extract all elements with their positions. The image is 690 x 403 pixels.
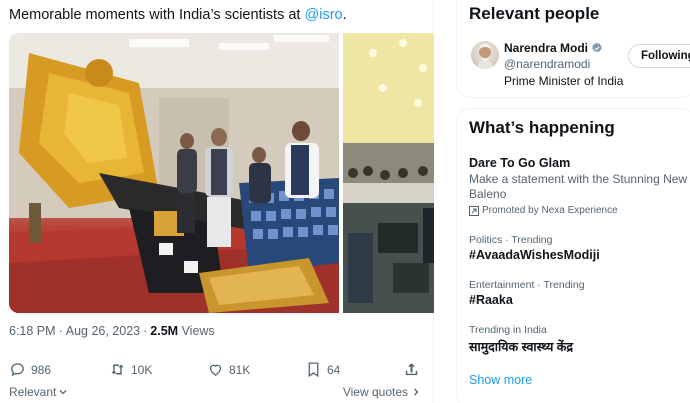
reply-icon bbox=[11, 363, 24, 377]
repost-button[interactable]: 10K bbox=[109, 361, 152, 378]
meta-separator: · bbox=[58, 324, 63, 338]
views-label: Views bbox=[181, 324, 215, 338]
trend-title: Dare To Go Glam bbox=[469, 156, 571, 170]
repost-count: 10K bbox=[131, 362, 153, 377]
views-count: 2.5M bbox=[150, 324, 179, 338]
relevant-people-title: Relevant people bbox=[469, 4, 600, 23]
verified-badge-icon bbox=[592, 42, 602, 53]
view-quotes-link[interactable]: View quotes bbox=[343, 385, 421, 399]
right-sidebar: Relevant people Narendra Modi @narendram… bbox=[456, 0, 690, 403]
sort-dropdown[interactable]: Relevant bbox=[9, 385, 68, 399]
whats-happening-title: What’s happening bbox=[469, 118, 615, 137]
meta-separator: · bbox=[143, 324, 148, 338]
trend-title: #Raaka bbox=[469, 293, 513, 307]
show-more-link[interactable]: Show more bbox=[469, 373, 532, 387]
relevant-people-panel: Relevant people Narendra Modi @narendram… bbox=[456, 0, 690, 98]
trend-title: सामुदायिक स्वास्थ्य केंद्र bbox=[469, 340, 574, 354]
tweet-meta: 6:18 PM · Aug 26, 2023 · 2.5M Views bbox=[9, 324, 215, 338]
trend-item[interactable]: · Politics · Trending #AvaadaWishesModij… bbox=[469, 234, 689, 262]
heart-icon bbox=[209, 364, 222, 376]
promoted-icon bbox=[469, 205, 479, 216]
share-icon bbox=[405, 363, 418, 376]
person-name-text: Narendra Modi bbox=[504, 41, 589, 55]
trend-context: Trending in India bbox=[469, 324, 547, 336]
reply-count: 986 bbox=[31, 362, 52, 377]
tweet-actions: 986 10K 81K 64 bbox=[9, 361, 421, 379]
tweet-text: Memorable moments with India’s scientist… bbox=[9, 6, 347, 24]
bookmark-button[interactable]: 64 bbox=[305, 361, 340, 378]
whats-happening-panel: What’s happening · Dare To Go Glam Make … bbox=[456, 108, 690, 403]
tweet-photo-2[interactable] bbox=[343, 33, 434, 313]
person-bio: Prime Minister of India bbox=[504, 74, 624, 88]
person-handle[interactable]: @narendramodi bbox=[504, 57, 590, 71]
share-button[interactable] bbox=[403, 361, 420, 378]
mention-link[interactable]: @isro bbox=[305, 7, 343, 23]
tweet-detail: Memorable moments with India’s scientist… bbox=[0, 0, 434, 403]
trend-context: Politics · Trending bbox=[469, 234, 553, 246]
trend-item[interactable]: · Entertainment · Trending #Raaka bbox=[469, 279, 689, 307]
trend-item-promoted[interactable]: · Dare To Go Glam Make a statement with … bbox=[469, 154, 689, 216]
tweet-date[interactable]: Aug 26, 2023 bbox=[66, 324, 140, 338]
promoted-label: Promoted by Nexa Experience bbox=[469, 205, 689, 216]
promoted-text: Promoted by Nexa Experience bbox=[482, 205, 618, 216]
tweet-media-carousel[interactable] bbox=[9, 33, 434, 313]
person-name[interactable]: Narendra Modi bbox=[504, 41, 603, 55]
sort-label: Relevant bbox=[9, 385, 57, 399]
repost-icon bbox=[111, 364, 124, 375]
bookmark-count: 64 bbox=[327, 362, 341, 377]
tweet-photo-1[interactable] bbox=[9, 33, 339, 313]
tweet-text-body: Memorable moments with India’s scientist… bbox=[9, 7, 305, 23]
avatar[interactable] bbox=[471, 41, 499, 69]
chevron-right-icon bbox=[414, 388, 419, 396]
bookmark-icon bbox=[308, 362, 319, 378]
trend-context: Entertainment · Trending bbox=[469, 279, 585, 291]
trend-description: Make a statement with the Stunning New B… bbox=[469, 172, 688, 201]
tweet-text-end: . bbox=[342, 7, 347, 23]
reply-button[interactable]: 986 bbox=[9, 361, 51, 378]
chevron-down-icon bbox=[59, 390, 67, 395]
like-button[interactable]: 81K bbox=[207, 361, 250, 378]
trend-title: #AvaadaWishesModiji bbox=[469, 248, 600, 262]
view-quotes-label: View quotes bbox=[342, 385, 408, 399]
tweet-time[interactable]: 6:18 PM bbox=[9, 324, 56, 338]
following-button[interactable]: Following bbox=[628, 44, 690, 68]
like-count: 81K bbox=[229, 362, 251, 377]
trend-item[interactable]: · Trending in India सामुदायिक स्वास्थ्य … bbox=[469, 324, 689, 355]
